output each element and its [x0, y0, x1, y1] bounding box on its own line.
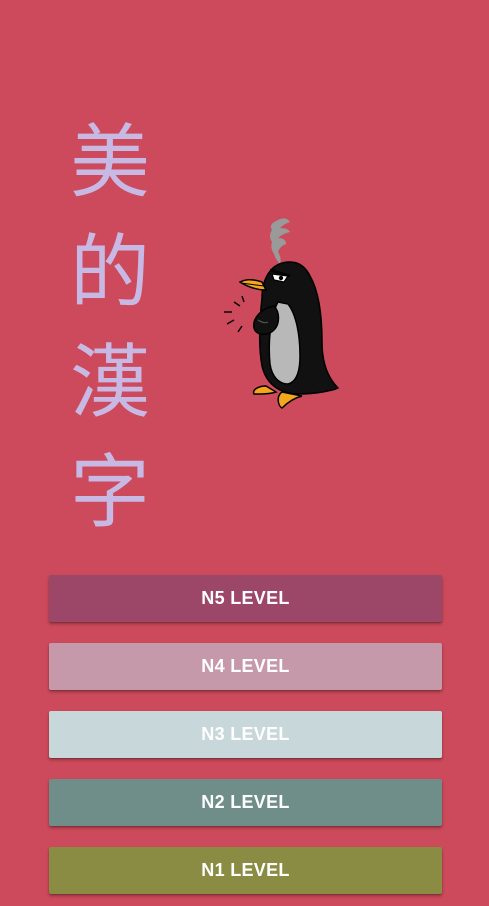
app-title-char-1: 美	[70, 116, 150, 209]
app-title: 美 的 漢 字	[70, 108, 150, 548]
app-title-char-4: 字	[70, 446, 150, 539]
n5-level-button[interactable]: N5 LEVEL	[49, 575, 442, 622]
smoke-icon	[270, 218, 290, 264]
n2-level-button[interactable]: N2 LEVEL	[49, 779, 442, 826]
angry-penguin-icon	[224, 218, 340, 409]
n3-level-button[interactable]: N3 LEVEL	[49, 711, 442, 758]
n1-level-button[interactable]: N1 LEVEL	[49, 847, 442, 894]
n4-level-button[interactable]: N4 LEVEL	[49, 643, 442, 690]
app-title-char-2: 的	[70, 226, 150, 319]
app-title-char-3: 漢	[70, 336, 150, 429]
